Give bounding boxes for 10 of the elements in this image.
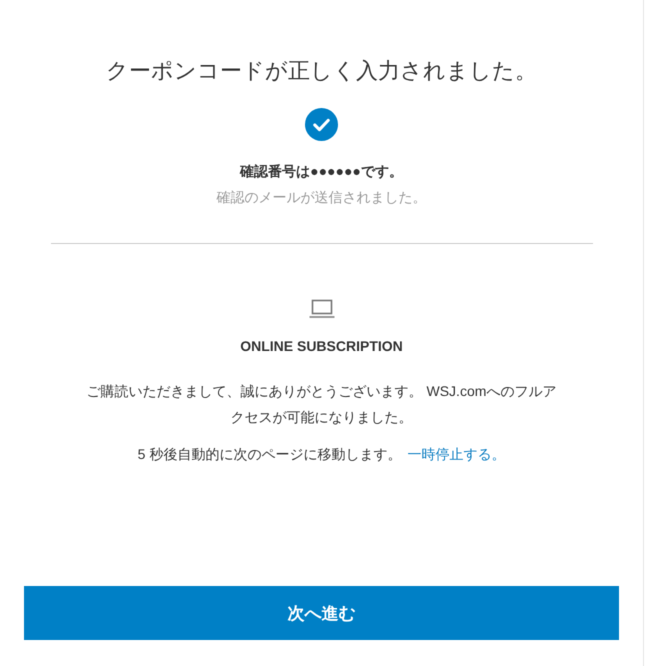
thank-you-message: ご購読いただきまして、誠にありがとうございます。 WSJ.comへのフルアクセスが可能になりました。: [86, 382, 558, 427]
confirmation-number: 確認番号は●●●●●●です。: [240, 163, 403, 181]
subscription-heading: ONLINE SUBSCRIPTION: [240, 338, 403, 354]
email-note: 確認のメールが送信されました。: [216, 189, 426, 207]
laptop-icon: [308, 298, 334, 320]
success-title: クーポンコードが正しく入力されました。: [106, 57, 537, 85]
check-icon: [305, 108, 338, 141]
pause-link[interactable]: 一時停止する。: [407, 446, 506, 464]
redirect-notice: 5 秒後自動的に次のページに移動します。: [138, 446, 402, 464]
next-button[interactable]: 次へ進む: [24, 586, 619, 640]
